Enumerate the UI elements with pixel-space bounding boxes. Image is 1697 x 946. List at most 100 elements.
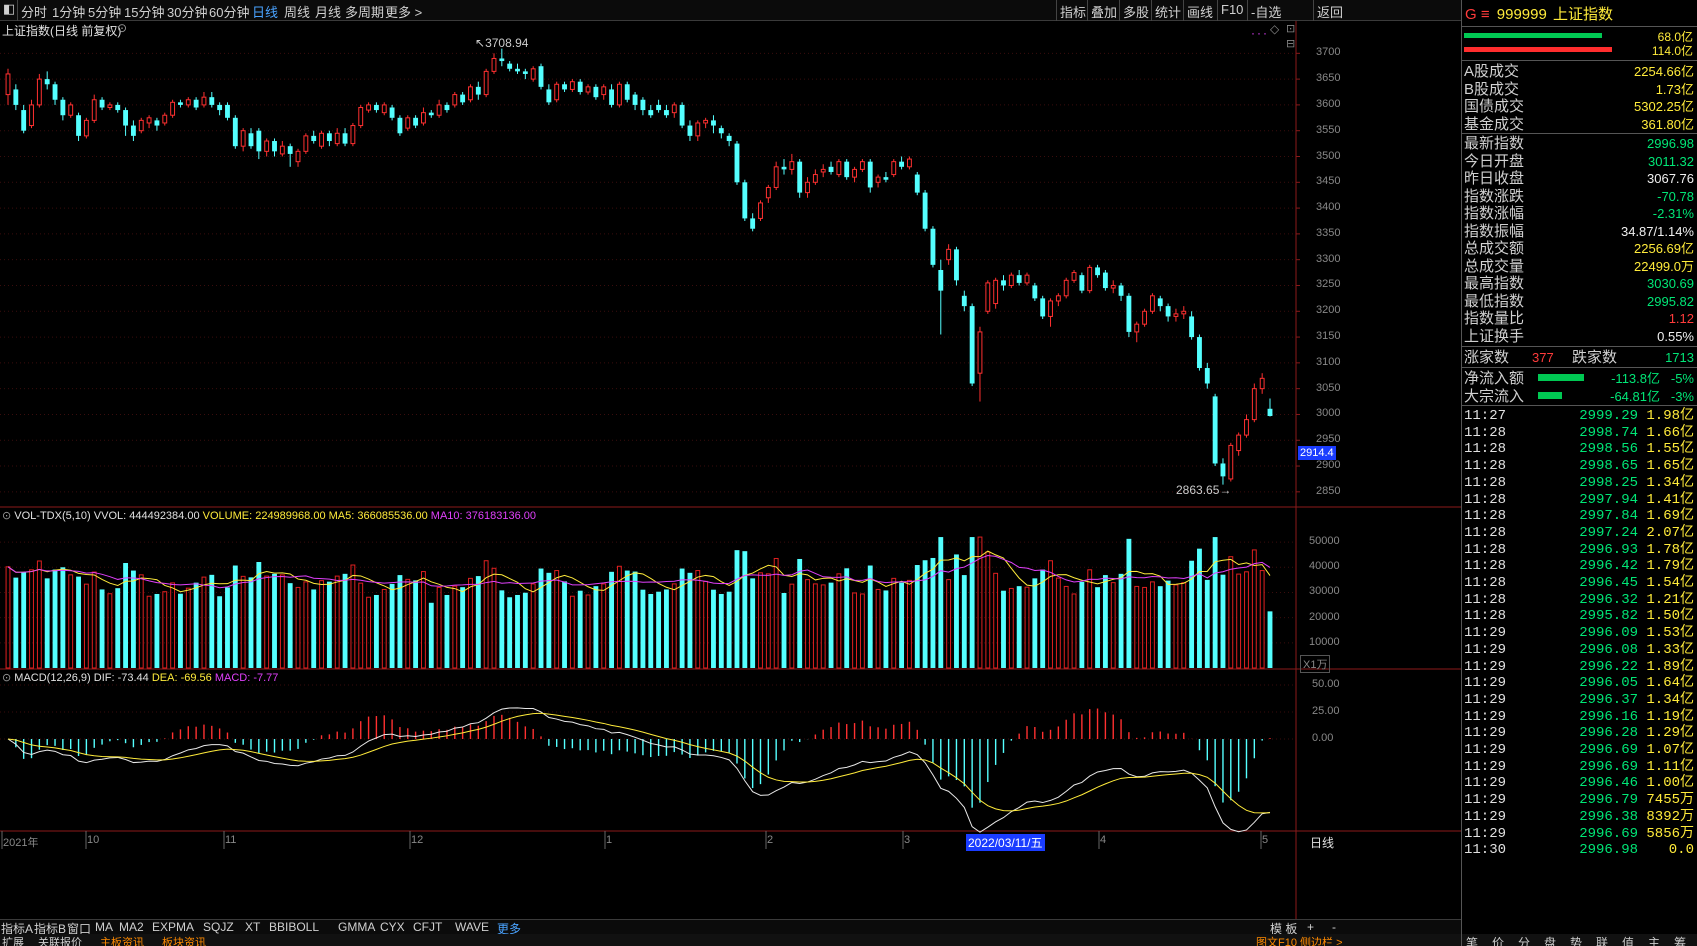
period-tab[interactable]: 月线 [315, 2, 341, 21]
candle [1118, 282, 1124, 301]
indicator-tab[interactable]: XT [245, 920, 260, 934]
candle [538, 63, 544, 90]
volume-bar [679, 568, 685, 668]
toolbar-tool[interactable]: 画线 [1187, 2, 1213, 21]
panel-row-label: B股成交 [1464, 80, 1520, 98]
sidebar-toggle[interactable]: 图文F10 侧边栏 > [1256, 934, 1343, 946]
panel-footer-tab[interactable]: 值 [1622, 934, 1634, 946]
candle [178, 99, 183, 108]
dropdown-circle-icon[interactable]: ⊙ [117, 21, 127, 35]
flow-bar [1538, 374, 1584, 381]
panel-footer-tab[interactable]: 价 [1492, 934, 1504, 946]
info-tab[interactable]: 主板资讯 [100, 934, 144, 946]
info-tab[interactable]: 扩展 [2, 934, 24, 946]
toolbar-tool[interactable]: 返回 [1317, 2, 1343, 21]
panel-row-value: 361.80亿 [1641, 116, 1694, 132]
period-tab[interactable]: 日线 [252, 2, 278, 21]
collapse-icon[interactable]: ⊟ [1286, 37, 1295, 50]
panel-footer-tab[interactable]: 联 [1596, 934, 1608, 946]
indicator-tab[interactable]: WAVE [455, 920, 489, 934]
panel-row-value: 3030.69 [1647, 276, 1694, 291]
kline-chart-area[interactable]: 上证指数(日线 前复权) ⊙ ↖3708.94 2863.65→ ··· ◇ ⊡… [0, 21, 1461, 919]
candle [844, 159, 850, 180]
panel-row: 基金成交 361.80亿 [1462, 115, 1697, 134]
volume-bar [36, 560, 42, 669]
candle [193, 97, 199, 111]
panel-footer-tab[interactable]: 主 [1648, 934, 1660, 946]
period-tab[interactable]: 60分钟 [209, 2, 249, 21]
candle [891, 159, 897, 178]
period-tab[interactable]: 15分钟 [124, 2, 164, 21]
panel-prefix[interactable]: G ≡ [1465, 6, 1490, 23]
more-dots-icon[interactable]: ··· [1251, 26, 1269, 40]
candle [1181, 306, 1187, 320]
indicator-tab[interactable]: CYX [380, 920, 405, 934]
info-tab[interactable]: 关联报价 [38, 934, 82, 946]
toolbar-tool[interactable]: 叠加 [1091, 2, 1117, 21]
volume-bar [358, 582, 364, 669]
vol-tick: 20000 [1309, 610, 1340, 623]
candle [852, 166, 857, 183]
volume-bar [640, 589, 646, 668]
volume-bar [1118, 573, 1124, 668]
panel-footer-tab[interactable]: 分 [1518, 934, 1530, 946]
template-tool[interactable]: + [1307, 920, 1314, 934]
tick-price: 2996.46 [1579, 775, 1638, 792]
indicator-tab[interactable]: EXPMA [152, 920, 194, 934]
vol-name: VOL-TDX(5,10) [14, 510, 91, 522]
candle [225, 102, 230, 121]
vol-toggle-icon[interactable]: ⊙ [2, 510, 11, 522]
tick-price: 2997.94 [1579, 491, 1638, 508]
candle [789, 153, 795, 175]
toolbar-tool[interactable]: F10 [1221, 2, 1243, 17]
period-tab[interactable]: 30分钟 [167, 2, 207, 21]
panel-row-value: 3011.32 [1647, 153, 1694, 169]
period-tab[interactable]: 5分钟 [88, 2, 121, 21]
template-tool[interactable]: - [1332, 920, 1336, 934]
tick-time: 11:28 [1464, 608, 1507, 625]
period-tab[interactable]: 更多 > [385, 2, 422, 21]
toolbar-tool[interactable]: -自选 [1251, 2, 1281, 21]
indicator-tab[interactable]: BBIBOLL [269, 920, 319, 934]
info-tab[interactable]: 板块资讯 [162, 934, 206, 946]
period-tab[interactable]: 多周期 [345, 2, 384, 21]
candle [381, 102, 387, 116]
tick-price: 2997.24 [1579, 524, 1638, 541]
candle [146, 115, 152, 129]
panel-row-value: 0.55% [1657, 328, 1694, 344]
volume-bar [240, 575, 246, 669]
period-tab[interactable]: 1分钟 [52, 2, 85, 21]
period-tab[interactable]: 分时 [21, 2, 47, 21]
layout-toggle-icon[interactable]: ◧ [3, 1, 15, 17]
volume-bar [499, 590, 505, 668]
period-tab[interactable]: 周线 [284, 2, 310, 21]
candle [867, 159, 873, 193]
volume-bar [287, 583, 293, 668]
panel-row-label: 基金成交 [1464, 115, 1525, 133]
candle [232, 115, 238, 149]
expand-icon[interactable]: ⊡ [1286, 22, 1295, 35]
indicator-tab[interactable]: MA [95, 920, 113, 934]
panel-footer-tab[interactable]: 笔 [1466, 934, 1478, 946]
panel-footer-tab[interactable]: 筹 [1674, 934, 1686, 946]
volume-bar [342, 573, 348, 668]
macd-toggle-icon[interactable]: ⊙ [2, 672, 11, 684]
candle [1220, 458, 1226, 485]
candle [60, 97, 66, 121]
toolbar-tool[interactable]: 统计 [1155, 2, 1181, 21]
toolbar-tool[interactable]: 多股 [1123, 2, 1149, 21]
candle [914, 171, 920, 196]
indicator-tab[interactable]: MA2 [119, 920, 144, 934]
chart-canvas[interactable] [0, 21, 1461, 919]
volume-bar [99, 589, 105, 668]
panel-footer-tab[interactable]: 盘 [1544, 934, 1556, 946]
panel-footer-tab[interactable]: 势 [1570, 934, 1582, 946]
candle [256, 128, 262, 160]
diamond-icon[interactable]: ◇ [1270, 22, 1279, 36]
indicator-tab[interactable]: GMMA [338, 920, 375, 934]
toolbar-tool[interactable]: 指标 [1060, 2, 1086, 21]
indicator-tab[interactable]: SQJZ [203, 920, 234, 934]
volume-bar [428, 602, 434, 668]
indicator-tab[interactable]: CFJT [413, 920, 442, 934]
volume-bar [201, 576, 207, 669]
